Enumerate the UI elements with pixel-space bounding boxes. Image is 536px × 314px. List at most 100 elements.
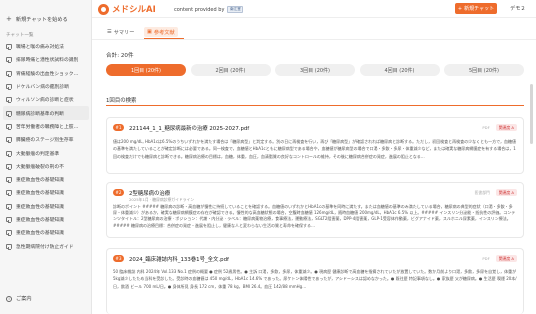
provided-by: content provided by 南江堂: [174, 6, 244, 13]
tab-summary[interactable]: ☰ サマリー: [104, 27, 137, 37]
relevance-badge: 関連度 A: [495, 255, 517, 262]
card-subtitle: 2025年1月 · 糖尿病診療ガイドライン: [129, 197, 195, 202]
chat-bubble-icon: [6, 84, 12, 91]
chat-history-label: 大動脈瘤破裂の刑の不: [16, 164, 64, 170]
chat-history-item[interactable]: 大動脈瘤破裂の刑の不: [3, 160, 89, 173]
chat-history-item[interactable]: ウィルソン病の診断と症状: [3, 93, 89, 106]
chat-history-item[interactable]: 糖尿病診断基準の判断: [3, 106, 89, 120]
header: メドシルAI content provided by 南江堂 + 新規チャット …: [92, 0, 536, 18]
scrollbar-thumb[interactable]: [530, 84, 533, 144]
chat-history-label: 糖尿病診断基準の判断: [16, 111, 64, 117]
card-type-tag: PDF: [482, 125, 490, 130]
result-total: 合計: 20件: [106, 53, 134, 59]
search-round-pill[interactable]: 4回目 (20件): [359, 64, 440, 76]
tab-references[interactable]: ▣ 参考文献: [144, 27, 178, 37]
chat-bubble-icon: [6, 123, 12, 130]
chat-bubble-icon: [6, 70, 12, 77]
chat-bubble-icon: [6, 57, 12, 64]
chat-history-label: 重症敗血性の基礎知識: [16, 231, 64, 237]
new-chat-link[interactable]: + 新規チャットを始める: [6, 14, 68, 24]
search-round-pill[interactable]: 5回目 (20件): [444, 64, 524, 76]
user-menu[interactable]: デモ２: [510, 5, 526, 12]
card-title[interactable]: 2型糖尿病の治療: [129, 189, 170, 197]
chat-history-item[interactable]: 排尿時痛と潜性状試料の識別: [3, 53, 89, 66]
card-excerpt: 診断のポイント ##### 糖尿病の診断・高血糖が慢性に持続していることを確認す…: [113, 204, 516, 228]
new-chat-button-label: 新規チャット: [464, 6, 495, 12]
card-title[interactable]: 2024_臨床雑誌内科_133巻1号_全文.pdf: [129, 255, 229, 263]
chat-bubble-icon: [6, 97, 12, 104]
sidebar: + 新規チャットを始める チャット一覧 職場と喉の痛み対処法 排尿時痛と潜性状試料…: [0, 0, 92, 314]
chat-history-item[interactable]: 重症敗血性の基礎知識: [3, 226, 89, 239]
chat-history-item[interactable]: 苦年労働者の職務障と上肢…: [3, 120, 89, 133]
chat-bubble-icon: [6, 190, 12, 197]
reference-card[interactable]: #3 2024_臨床雑誌内科_133巻1号_全文.pdf PDF 関連度 A 5…: [106, 248, 524, 314]
logo-icon: [98, 3, 109, 15]
app-name: メドシルAI: [112, 5, 156, 15]
chat-history-label: 急性期病院付け防止ガイド: [16, 244, 74, 250]
card-type-tag: PDF: [482, 256, 490, 261]
chat-history-item[interactable]: 大動脈瘤の判定基準: [3, 146, 89, 159]
tab-bar: ☰ サマリー ▣ 参考文献: [92, 25, 536, 39]
chat-bubble-icon: [6, 150, 12, 157]
chat-history-label: 苦年労働者の職務障と上肢…: [16, 124, 79, 130]
chat-bubble-icon: [6, 137, 12, 144]
guide-link[interactable]: i ご案内: [6, 295, 32, 302]
card-excerpt: 値は200 mg/dL, HbA1cは6.5%のうちいずれかを満たす場合は「糖尿…: [113, 139, 517, 159]
provider-logo: 南江堂: [227, 6, 244, 13]
chat-history-item[interactable]: 重症敗血性の基礎知識: [3, 200, 89, 213]
chat-bubble-icon: [6, 110, 12, 117]
chat-history-label: 重症敗血性の基礎知識: [16, 218, 64, 223]
new-chat-label: 新規チャットを始める: [15, 16, 68, 23]
tab-summary-label: サマリー: [113, 29, 135, 36]
chat-history-label: ウィルソン病の診断と症状: [16, 98, 74, 104]
chat-history-label: 重症敗血性の基礎知識: [16, 191, 64, 197]
chat-history-item[interactable]: 膵臓癌のステージ別生存率: [3, 133, 89, 146]
chat-bubble-icon: [6, 203, 12, 210]
chat-history-item[interactable]: 重症敗血性の基礎知識: [3, 186, 89, 199]
chat-history-item[interactable]: 重症敗血性の基礎知識: [3, 173, 89, 186]
relevance-badge: 関連度 A: [495, 124, 517, 131]
chat-bubble-icon: [6, 217, 12, 223]
new-chat-button[interactable]: + 新規チャット: [455, 3, 497, 14]
chat-list: 職場と喉の痛み対処法排尿時痛と潜性状試料の識別 胃痛経験の出血性ショック… ドケルバ…: [3, 40, 89, 253]
user-name: デモ２: [510, 6, 526, 12]
summary-icon: ☰: [107, 29, 112, 35]
guide-label: ご案内: [16, 296, 32, 302]
chat-bubble-icon: [6, 44, 12, 51]
card-title[interactable]: 221144_1_1_糖尿病最新の治療 2025-2027.pdf: [129, 124, 249, 132]
chat-history-label: 胃痛経験の出血性ショック…: [16, 71, 79, 77]
chat-history-item[interactable]: 職場と喉の痛み対処法: [3, 40, 89, 53]
plus-icon: +: [6, 14, 12, 23]
chat-history-item[interactable]: 胃痛経験の出血性ショック…: [3, 67, 89, 80]
chat-history-label: ドケルバン病の鑑別診断: [16, 85, 70, 91]
chat-history-label: 職場と喉の痛み対処法: [16, 45, 64, 51]
chat-bubble-icon: [6, 243, 12, 250]
search-round-pills: 1回目 (20件) 2回目 (20件) 3回目 (20件) 4回目 (20件) 5回目 …: [106, 64, 524, 76]
card-number: #3: [113, 255, 124, 262]
chat-history-item[interactable]: 重症敗血性の基礎知識: [3, 213, 89, 226]
reference-card[interactable]: #1 221144_1_1_糖尿病最新の治療 2025-2027.pdf PDF…: [106, 117, 524, 174]
app-logo[interactable]: メドシルAI: [98, 3, 156, 15]
provided-by-label: content provided by: [174, 6, 225, 13]
card-number: #1: [113, 124, 124, 131]
chat-bubble-icon: [6, 163, 12, 170]
chat-bubble-icon: [6, 177, 12, 184]
search-round-pill[interactable]: 2回目 (20件): [190, 64, 271, 76]
search-round-pill[interactable]: 1回目 (20件): [106, 64, 186, 76]
reference-icon: ▣: [147, 29, 152, 35]
chat-bubble-icon: [6, 230, 12, 237]
chat-history-item[interactable]: ドケルバン病の鑑別診断: [3, 80, 89, 93]
info-icon: i: [6, 295, 12, 302]
card-type-tag: 医書部門: [474, 189, 490, 195]
chat-history-label: 排尿時痛と潜性状試料の識別: [16, 58, 79, 64]
card-number: #2: [113, 189, 124, 196]
chat-history-label: 重症敗血性の基礎知識: [16, 204, 64, 210]
relevance-badge: 関連度 A: [495, 189, 517, 196]
search-round-pill[interactable]: 3回目 (20件): [275, 64, 355, 76]
search-section-title: 1回目の検索: [106, 98, 137, 104]
tab-references-label: 参考文献: [153, 29, 175, 36]
card-excerpt: 50 臨床雑誌 内科 2024年 Vol.133 No.1 症例の概要 ● 症例…: [113, 269, 517, 289]
reference-card[interactable]: #2 2型糖尿病の治療 医書部門 関連度 A 2025年1月 · 糖尿病診療ガイ…: [106, 182, 524, 238]
section-divider: [106, 105, 524, 106]
chat-history-item[interactable]: 急性期病院付け防止ガイド: [3, 239, 89, 252]
